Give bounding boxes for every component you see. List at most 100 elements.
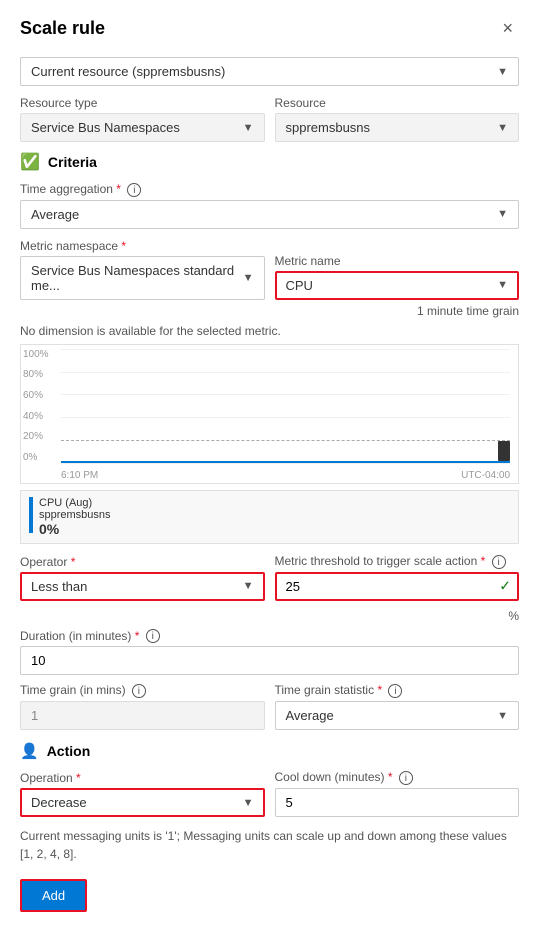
metric-name-group: Metric name CPU ▼ xyxy=(275,254,520,300)
time-grain-statistic-value: Average xyxy=(286,708,334,723)
close-button[interactable]: × xyxy=(496,16,519,41)
operation-group: Operation * Decrease ▼ xyxy=(20,771,265,817)
y-label-100: 100% xyxy=(23,349,49,360)
cool-down-label: Cool down (minutes) * i xyxy=(275,770,520,785)
chart-x-labels: 6:10 PM UTC-04:00 xyxy=(61,470,510,481)
duration-label: Duration (in minutes) * i xyxy=(20,629,519,644)
info-icon[interactable]: i xyxy=(127,183,141,197)
time-grain-statistic-group: Time grain statistic * i Average ▼ xyxy=(275,683,520,730)
y-label-60: 60% xyxy=(23,390,49,401)
time-aggregation-dropdown[interactable]: Average ▼ xyxy=(20,200,519,229)
criteria-icon: ✅ xyxy=(20,152,40,172)
chart-data-point xyxy=(498,441,510,461)
metric-threshold-input[interactable] xyxy=(275,572,520,601)
time-aggregation-group: Time aggregation * i Average ▼ xyxy=(20,182,519,229)
operator-dropdown[interactable]: Less than ▼ xyxy=(20,572,265,601)
operation-dropdown[interactable]: Decrease ▼ xyxy=(20,788,265,817)
resource-type-group: Resource type Service Bus Namespaces ▼ xyxy=(20,96,265,142)
x-label-tz: UTC-04:00 xyxy=(461,470,510,481)
legend-value: 0% xyxy=(39,521,111,537)
metric-name-dropdown[interactable]: CPU ▼ xyxy=(275,271,520,300)
resource-type-resource-row: Resource type Service Bus Namespaces ▼ R… xyxy=(20,96,519,142)
resource-type-value: Service Bus Namespaces xyxy=(31,120,180,135)
grid-line-100 xyxy=(61,349,510,350)
time-aggregation-label: Time aggregation * i xyxy=(20,182,519,197)
required-marker: * xyxy=(377,683,382,697)
info-icon[interactable]: i xyxy=(388,684,402,698)
action-icon: 👤 xyxy=(20,742,39,760)
metric-namespace-value: Service Bus Namespaces standard me... xyxy=(31,263,243,293)
criteria-section-header: ✅ Criteria xyxy=(20,152,519,172)
time-grain-mins-label: Time grain (in mins) i xyxy=(20,683,265,698)
operation-value: Decrease xyxy=(31,795,87,810)
grid-line-0 xyxy=(61,463,510,464)
criteria-title: Criteria xyxy=(48,154,97,170)
operator-value: Less than xyxy=(31,579,87,594)
grid-line-60 xyxy=(61,394,510,395)
chevron-down-icon: ▼ xyxy=(243,122,254,134)
required-marker: * xyxy=(71,555,76,569)
chart-grid xyxy=(61,349,510,463)
action-title: Action xyxy=(47,743,91,759)
chevron-down-icon: ▼ xyxy=(243,272,254,284)
add-button[interactable]: Add xyxy=(20,879,87,912)
current-resource-dropdown[interactable]: Current resource (sppremsbusns) ▼ xyxy=(20,57,519,86)
info-icon[interactable]: i xyxy=(132,684,146,698)
threshold-unit: % xyxy=(20,609,519,623)
operator-label: Operator * xyxy=(20,555,265,569)
chart-blue-line xyxy=(61,461,510,463)
metric-name-label: Metric name xyxy=(275,254,520,268)
info-icon[interactable]: i xyxy=(492,555,506,569)
time-aggregation-value: Average xyxy=(31,207,79,222)
metric-name-value: CPU xyxy=(286,278,313,293)
required-marker: * xyxy=(76,771,81,785)
required-marker: * xyxy=(388,770,393,784)
y-label-20: 20% xyxy=(23,431,49,442)
info-icon[interactable]: i xyxy=(146,629,160,643)
y-label-40: 40% xyxy=(23,411,49,422)
scale-rule-panel: Scale rule × Current resource (sppremsbu… xyxy=(0,0,539,928)
chevron-down-icon: ▼ xyxy=(497,279,508,291)
y-label-0: 0% xyxy=(23,452,49,463)
time-grain-statistic-dropdown[interactable]: Average ▼ xyxy=(275,701,520,730)
metric-namespace-label: Metric namespace * xyxy=(20,239,265,253)
time-grain-statistic-label: Time grain statistic * i xyxy=(275,683,520,698)
no-dimension-message: No dimension is available for the select… xyxy=(20,324,519,338)
y-label-80: 80% xyxy=(23,369,49,380)
checkmark-icon: ✓ xyxy=(499,578,511,595)
resource-label: Resource xyxy=(275,96,520,110)
resource-value: sppremsbusns xyxy=(286,120,371,135)
legend-color-bar xyxy=(29,497,33,533)
time-grain-mins-group: Time grain (in mins) i xyxy=(20,683,265,730)
metric-namespace-name-row: Metric namespace * Service Bus Namespace… xyxy=(20,239,519,300)
time-grain-info: 1 minute time grain xyxy=(20,304,519,318)
action-section: 👤 Action Operation * Decrease ▼ Cool dow… xyxy=(20,742,519,817)
panel-header: Scale rule × xyxy=(20,16,519,41)
x-label-time: 6:10 PM xyxy=(61,470,98,481)
cool-down-group: Cool down (minutes) * i xyxy=(275,770,520,817)
duration-group: Duration (in minutes) * i xyxy=(20,629,519,676)
operation-label: Operation * xyxy=(20,771,265,785)
operator-threshold-row: Operator * Less than ▼ Metric threshold … xyxy=(20,554,519,601)
panel-title: Scale rule xyxy=(20,18,105,39)
metric-namespace-dropdown[interactable]: Service Bus Namespaces standard me... ▼ xyxy=(20,256,265,300)
chevron-down-icon: ▼ xyxy=(497,710,508,722)
chevron-down-icon: ▼ xyxy=(497,122,508,134)
dashed-threshold-line xyxy=(61,440,510,441)
required-marker: * xyxy=(481,554,486,568)
operator-group: Operator * Less than ▼ xyxy=(20,555,265,601)
time-grain-row: Time grain (in mins) i Time grain statis… xyxy=(20,683,519,730)
metric-threshold-label: Metric threshold to trigger scale action… xyxy=(275,554,520,569)
chevron-down-icon: ▼ xyxy=(497,208,508,220)
info-icon[interactable]: i xyxy=(399,771,413,785)
messaging-note: Current messaging units is '1'; Messagin… xyxy=(20,827,519,863)
current-resource-value: Current resource (sppremsbusns) xyxy=(31,64,225,79)
legend-text: CPU (Aug)sppremsbusns xyxy=(39,497,111,521)
resource-type-dropdown: Service Bus Namespaces ▼ xyxy=(20,113,265,142)
duration-input[interactable] xyxy=(20,646,519,675)
operation-cool-row: Operation * Decrease ▼ Cool down (minute… xyxy=(20,770,519,817)
grid-line-40 xyxy=(61,417,510,418)
action-section-header: 👤 Action xyxy=(20,742,519,760)
chevron-down-icon: ▼ xyxy=(243,797,254,809)
cool-down-input[interactable] xyxy=(275,788,520,817)
